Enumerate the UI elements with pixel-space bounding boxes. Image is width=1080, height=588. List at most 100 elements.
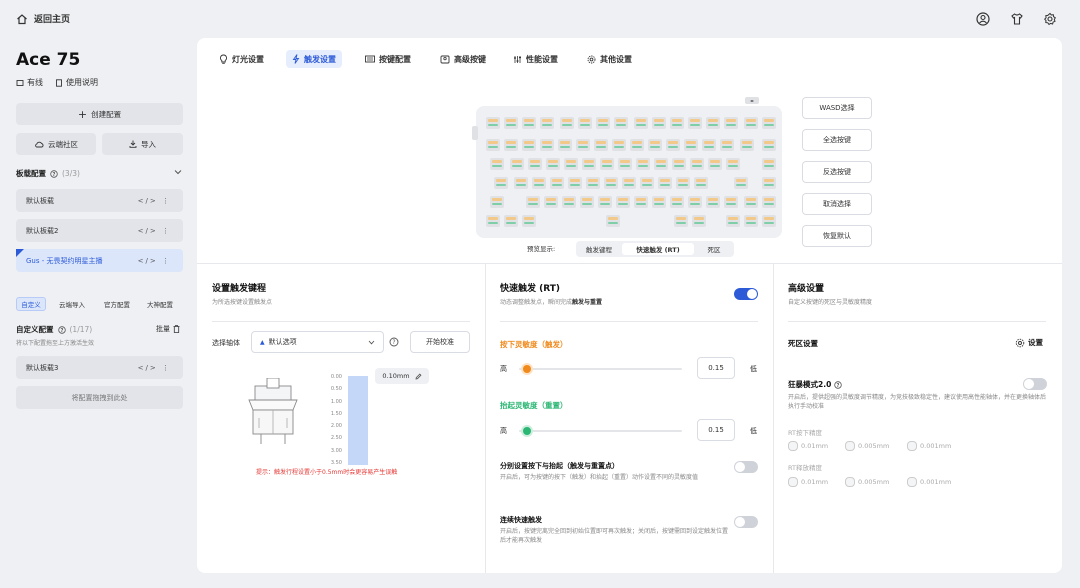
keycap[interactable] — [568, 177, 582, 189]
keycap[interactable] — [562, 196, 576, 208]
keycap[interactable] — [580, 196, 594, 208]
keycap[interactable] — [582, 158, 596, 170]
rt-release-precision-option[interactable]: 0.01mm — [788, 477, 828, 487]
keycap[interactable] — [532, 177, 546, 189]
keycap[interactable] — [522, 215, 536, 227]
keycap[interactable] — [494, 177, 508, 189]
keycap[interactable] — [762, 215, 776, 227]
keycap[interactable] — [486, 117, 500, 129]
keycap[interactable] — [674, 215, 688, 227]
keycap[interactable] — [762, 158, 776, 170]
rt-press-precision-option[interactable]: 0.01mm — [788, 441, 828, 451]
keycap[interactable] — [676, 177, 690, 189]
board-config-item-active[interactable]: Gus - 无畏契约明星主播 </> ⋮ — [16, 249, 183, 272]
keycap[interactable] — [522, 117, 536, 129]
keycap[interactable] — [600, 158, 614, 170]
keycap[interactable] — [726, 158, 740, 170]
trigger-value-badge[interactable]: 0.10mm — [375, 368, 429, 384]
keycap[interactable] — [612, 139, 626, 151]
keycap[interactable] — [734, 177, 748, 189]
keycap[interactable] — [740, 139, 754, 151]
continuous-trigger-toggle[interactable] — [734, 516, 758, 528]
keycap[interactable] — [654, 158, 668, 170]
keycap[interactable] — [720, 139, 734, 151]
keycap[interactable] — [744, 117, 758, 129]
keycap[interactable] — [688, 196, 702, 208]
keycap[interactable] — [594, 139, 608, 151]
keycap[interactable] — [540, 117, 554, 129]
keycap[interactable] — [486, 215, 500, 227]
keycap[interactable] — [708, 158, 722, 170]
keycap[interactable] — [490, 196, 504, 208]
keycap[interactable] — [504, 117, 518, 129]
filter-tag-expert[interactable]: 大神配置 — [142, 297, 178, 311]
keycap[interactable] — [706, 117, 720, 129]
keycap[interactable] — [634, 196, 648, 208]
keycap[interactable] — [762, 139, 776, 151]
cloud-community-button[interactable]: 云端社区 — [16, 133, 96, 155]
tab-2[interactable]: 触发设置 — [286, 50, 342, 68]
keycap[interactable] — [606, 215, 620, 227]
keycap[interactable] — [634, 117, 648, 129]
home-link[interactable]: 返回主页 — [16, 12, 70, 25]
settings-gear-icon[interactable] — [1043, 12, 1057, 26]
keycap[interactable] — [670, 117, 684, 129]
help-icon[interactable]: ? — [57, 325, 66, 334]
keycap[interactable] — [744, 215, 758, 227]
tab-1[interactable]: 灯光设置 — [213, 50, 270, 68]
user-icon[interactable] — [976, 12, 990, 26]
keycap[interactable] — [614, 117, 628, 129]
shirt-icon[interactable] — [1010, 12, 1024, 26]
tab-4[interactable]: 高级按键 — [434, 50, 492, 68]
separate-setting-toggle[interactable] — [734, 461, 758, 473]
keycap[interactable] — [640, 177, 654, 189]
key-select-button[interactable]: 反选按键 — [802, 161, 872, 183]
keycap[interactable] — [604, 177, 618, 189]
keycap[interactable] — [702, 139, 716, 151]
press-slider-track[interactable] — [519, 368, 682, 370]
preview-option-deadzone[interactable]: 死区 — [696, 243, 732, 255]
keycap[interactable] — [684, 139, 698, 151]
keycap[interactable] — [726, 215, 740, 227]
keycap[interactable] — [762, 177, 776, 189]
help-icon[interactable]: ? — [389, 337, 399, 347]
filter-tag-official[interactable]: 官方配置 — [98, 297, 136, 311]
keycap[interactable] — [546, 158, 560, 170]
keycap[interactable] — [706, 196, 720, 208]
filter-tag-cloud[interactable]: 云端导入 — [52, 297, 92, 311]
keycap[interactable] — [558, 139, 572, 151]
key-select-button[interactable]: 全选按键 — [802, 129, 872, 151]
keycap[interactable] — [762, 196, 776, 208]
import-button[interactable]: 导入 — [102, 133, 183, 155]
code-more-icon[interactable]: </> ⋮ — [138, 257, 171, 265]
tab-3[interactable]: 按键配置 — [359, 50, 417, 68]
keycap[interactable] — [544, 196, 558, 208]
keycap[interactable] — [688, 117, 702, 129]
keycap[interactable] — [630, 139, 644, 151]
batch-button[interactable]: 批量 — [156, 324, 180, 334]
keycap[interactable] — [724, 117, 738, 129]
keycap[interactable] — [504, 139, 518, 151]
keycap[interactable] — [598, 196, 612, 208]
manual-link[interactable]: 使用说明 — [55, 77, 98, 88]
preview-option-travel[interactable]: 触发键程 — [578, 243, 620, 255]
keycap[interactable] — [510, 158, 524, 170]
rt-release-precision-option[interactable]: 0.001mm — [907, 477, 951, 487]
keycap[interactable] — [670, 196, 684, 208]
create-config-button[interactable]: + 创建配置 — [16, 103, 183, 125]
keycap[interactable] — [564, 158, 578, 170]
keycap[interactable] — [694, 177, 708, 189]
keycap[interactable] — [744, 196, 758, 208]
keycap[interactable] — [596, 117, 610, 129]
release-slider-track[interactable] — [519, 430, 682, 432]
key-select-button[interactable]: WASD选择 — [802, 97, 872, 119]
board-config-item[interactable]: 默认板载2 </> ⋮ — [16, 219, 183, 242]
keycap[interactable] — [576, 139, 590, 151]
keycap[interactable] — [514, 177, 528, 189]
drop-zone[interactable]: 将配置拖拽到此处 — [16, 386, 183, 409]
keycap[interactable] — [692, 215, 706, 227]
calibrate-button[interactable]: 开始校准 — [410, 331, 470, 353]
code-more-icon[interactable]: </> ⋮ — [138, 197, 171, 205]
filter-tag-custom[interactable]: 自定义 — [16, 297, 46, 311]
keycap[interactable] — [622, 177, 636, 189]
